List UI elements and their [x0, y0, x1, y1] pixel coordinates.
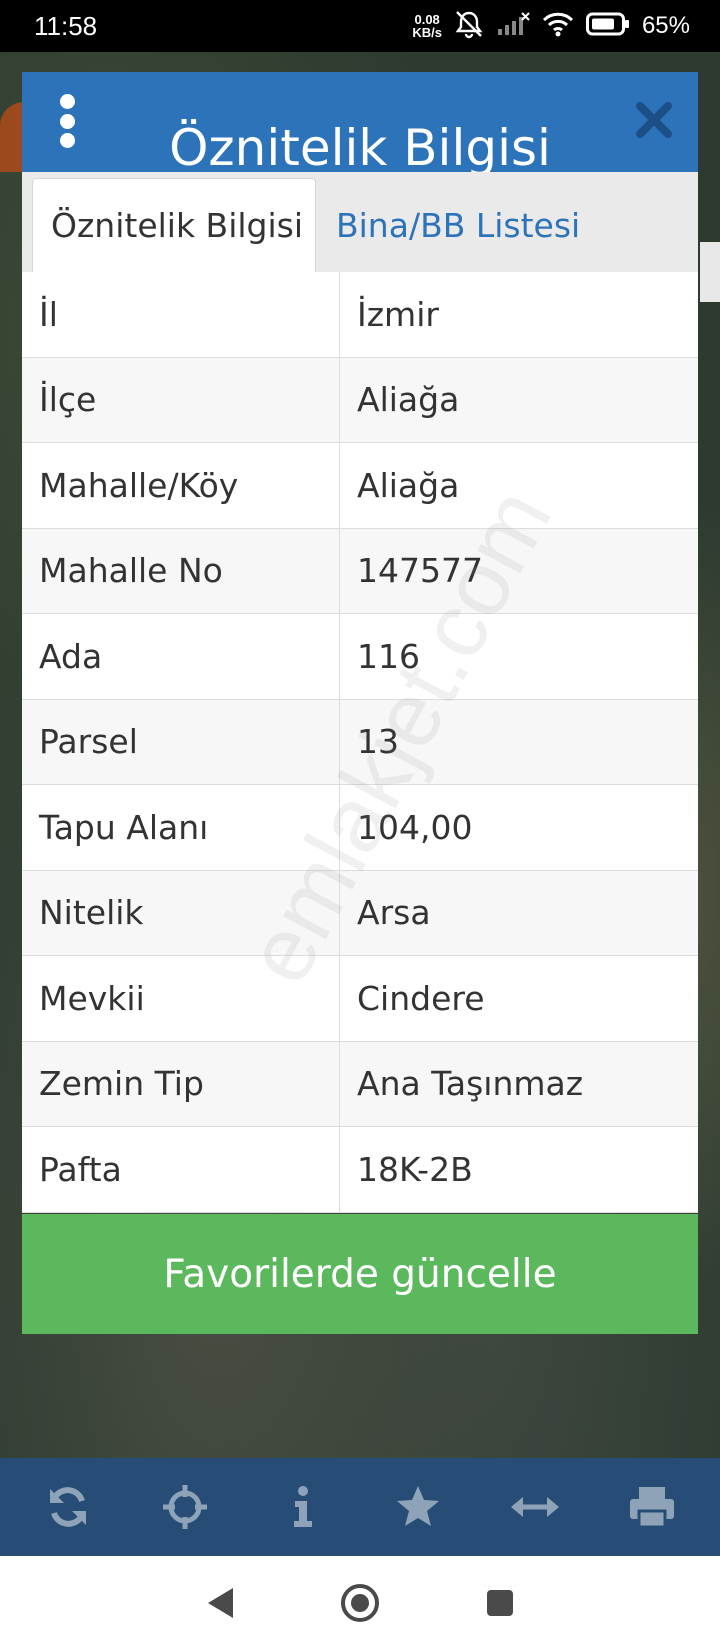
row-label: Tapu Alanı — [22, 785, 340, 870]
home-icon[interactable] — [335, 1578, 385, 1628]
table-row: Zemin Tip Ana Taşınmaz — [22, 1041, 698, 1127]
tab-attribute-info[interactable]: Öznitelik Bilgisi — [32, 178, 316, 272]
dialog-title: Öznitelik Bilgisi — [169, 119, 551, 172]
network-speed-unit: KB/s — [412, 25, 442, 40]
signal-icon — [496, 11, 530, 41]
map-toolbar — [0, 1458, 720, 1556]
table-row: İl İzmir — [22, 272, 698, 358]
row-label: Parsel — [22, 699, 340, 784]
table-row: Tapu Alanı 104,00 — [22, 785, 698, 871]
attribute-dialog: Öznitelik Bilgisi Öznitelik Bilgisi Bina… — [22, 72, 698, 1334]
row-value: 13 — [357, 722, 399, 762]
refresh-icon[interactable] — [38, 1477, 98, 1537]
update-favorites-button[interactable]: Favorilerde güncelle — [22, 1214, 698, 1334]
recents-icon[interactable] — [475, 1578, 525, 1628]
battery-percent: 65% — [641, 12, 690, 39]
info-icon[interactable] — [272, 1477, 332, 1537]
row-value: 104,00 — [357, 807, 473, 847]
row-value: 18K-2B — [357, 1149, 473, 1189]
row-label: İl — [22, 272, 340, 357]
row-value: Aliağa — [357, 465, 460, 505]
table-row: Nitelik Arsa — [22, 870, 698, 956]
table-row: Pafta 18K-2B — [22, 1127, 698, 1213]
wifi-icon — [542, 11, 574, 41]
mute-icon — [454, 9, 484, 43]
table-row: Ada 116 — [22, 614, 698, 700]
crosshair-icon[interactable] — [155, 1477, 215, 1537]
system-navigation-bar — [0, 1556, 720, 1650]
tab-building-list[interactable]: Bina/BB Listesi — [316, 178, 616, 272]
row-value: Cindere — [357, 978, 485, 1018]
row-label: Zemin Tip — [22, 1041, 340, 1126]
status-icons: 0.08 KB/s 65% — [412, 9, 690, 43]
row-value: 147577 — [357, 551, 483, 591]
dialog-header: Öznitelik Bilgisi — [22, 72, 698, 172]
map-control-edge — [700, 242, 720, 302]
status-bar: 11:58 0.08 KB/s 65% — [0, 0, 720, 52]
table-row: İlçe Aliağa — [22, 357, 698, 443]
row-label: İlçe — [22, 357, 340, 442]
table-row: Parsel 13 — [22, 699, 698, 785]
row-value: 116 — [357, 636, 420, 676]
battery-icon — [585, 12, 630, 40]
dialog-tabs: Öznitelik Bilgisi Bina/BB Listesi — [22, 172, 698, 272]
table-row: Mevkii Cindere — [22, 956, 698, 1042]
row-label: Ada — [22, 614, 340, 699]
row-label: Nitelik — [22, 870, 340, 955]
attribute-table: İl İzmir İlçe Aliağa Mahalle/Köy Aliağa … — [22, 272, 698, 1213]
back-icon[interactable] — [195, 1578, 245, 1628]
print-icon[interactable] — [622, 1477, 682, 1537]
status-time: 11:58 — [34, 10, 98, 41]
row-value: Aliağa — [357, 380, 460, 420]
row-label: Pafta — [22, 1127, 340, 1212]
row-label: Mahalle No — [22, 528, 340, 613]
table-row: Mahalle No 147577 — [22, 528, 698, 614]
row-label: Mahalle/Köy — [22, 443, 340, 528]
table-row: Mahalle/Köy Aliağa — [22, 443, 698, 529]
close-icon[interactable] — [628, 94, 680, 146]
row-label: Mevkii — [22, 956, 340, 1041]
row-value: Arsa — [357, 893, 431, 933]
row-value: Ana Taşınmaz — [357, 1064, 584, 1104]
network-speed: 0.08 KB/s — [412, 13, 442, 39]
star-icon[interactable] — [388, 1477, 448, 1537]
row-value: İzmir — [357, 294, 439, 334]
resize-horizontal-icon[interactable] — [505, 1477, 565, 1537]
